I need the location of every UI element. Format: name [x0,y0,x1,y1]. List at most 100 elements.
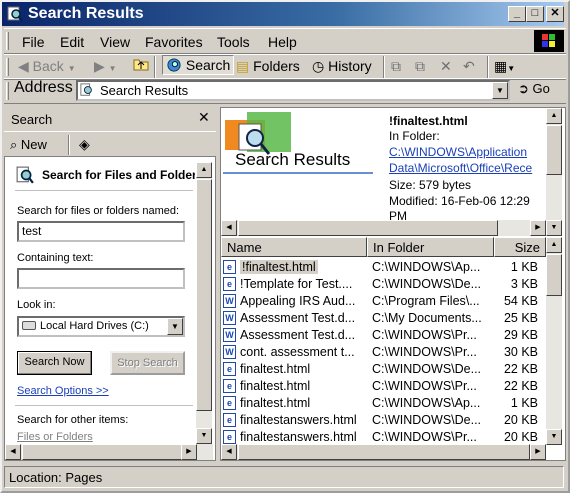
address-grip[interactable] [6,82,9,100]
file-size: 30 KB [503,345,538,359]
file-name: finaltest.html [240,379,311,393]
scroll-down-icon[interactable]: ▼ [546,220,562,236]
back-dropdown-icon[interactable]: ▼ [68,64,76,73]
menu-edit[interactable]: Edit [60,34,84,50]
file-size: 25 KB [503,311,538,325]
preview-hscrollbar[interactable]: ◀ ▶ [221,220,546,236]
scroll-thumb[interactable] [196,179,212,411]
menu-help[interactable]: Help [268,34,297,50]
scroll-right-icon[interactable]: ▶ [181,444,197,460]
menu-file[interactable]: File [22,34,45,50]
divider [15,190,193,191]
file-list-hscrollbar[interactable]: ◀ ▶ [221,444,546,460]
scroll-right-icon[interactable]: ▶ [530,220,546,236]
scroll-up-icon[interactable]: ▲ [546,237,562,253]
file-row[interactable]: Wcont. assessment t... C:\WINDOWS\Pr... 30… [222,344,544,361]
ie-document-icon: e [223,379,236,393]
preview-folder-link-cont[interactable]: Data\Microsoft\Office\Rece [389,161,532,175]
go-label: Go [532,81,550,96]
search-files-icon [16,166,34,184]
folders-button[interactable]: ▤ Folders [236,58,300,75]
address-dropdown-button[interactable]: ▼ [492,82,508,99]
file-row[interactable]: e finaltest.html C:\WINDOWS\Ap... 1 KB [222,395,544,412]
file-row[interactable]: W Assessment Test.d... C:\My Documents... 2… [222,310,544,327]
search-pane-close-icon[interactable]: ✕ [198,109,210,126]
scroll-thumb[interactable] [546,125,562,175]
file-row[interactable]: W Appealing IRS Aud... C:\Program Files\..… [222,293,544,310]
folders-icon: ▤ [236,58,250,74]
column-folder-label: In Folder [373,240,425,255]
search-app-icon [7,6,23,22]
lookin-select[interactable]: Local Hard Drives (C:) ▼ [17,316,185,337]
forward-dropdown-icon[interactable]: ▼ [109,64,117,73]
search-pane-hscrollbar[interactable]: ◀ ▶ [5,444,213,460]
named-label: Search for files or folders named: [17,205,180,217]
menu-grip[interactable] [6,32,9,50]
file-row[interactable]: e !finaltest.html C:\WINDOWS\Ap... 1 KB [222,259,544,276]
views-button[interactable]: ▦▼ [494,58,515,75]
search-options-link[interactable]: Search Options >> [17,385,109,397]
file-size: 20 KB [503,430,538,444]
move-to-button[interactable]: ⧉ [391,58,401,75]
file-row[interactable]: W Assessment Test.d... C:\WINDOWS\Pr... 29 … [222,327,544,344]
address-input[interactable]: Search Results ▼ [76,80,510,101]
hscroll-thumb[interactable] [22,444,182,460]
scroll-left-icon[interactable]: ◀ [221,220,237,236]
search-button[interactable]: Search [162,55,235,75]
new-search-button[interactable]: ⌕ New [10,137,47,153]
filename-input[interactable]: test [17,221,185,242]
history-button[interactable]: ◷ History [312,58,372,75]
column-header-size[interactable]: Size [494,237,546,257]
scroll-thumb[interactable] [546,254,562,296]
undo-button[interactable]: ↶ [463,58,475,75]
stop-search-button[interactable]: Stop Search [110,351,185,375]
lookin-dropdown-button[interactable]: ▼ [167,318,183,335]
file-size: 20 KB [503,413,538,427]
scroll-up-icon[interactable]: ▲ [196,162,212,178]
scroll-left-icon[interactable]: ◀ [5,444,21,460]
file-name: Assessment Test.d... [240,311,356,325]
scroll-down-icon[interactable]: ▼ [546,429,562,445]
file-row[interactable]: e finaltest.html C:\WINDOWS\De... 22 KB [222,361,544,378]
toolbar-grip[interactable] [6,58,9,76]
containing-text-input[interactable] [17,268,185,289]
title-bar[interactable]: Search Results _ □ ✕ [2,2,564,26]
scroll-right-icon[interactable]: ▶ [530,444,546,460]
minimize-button[interactable]: _ [508,6,526,22]
column-header-folder[interactable]: In Folder [367,237,494,257]
scroll-up-icon[interactable]: ▲ [546,108,562,124]
search-heading: Search for Files and Folders [42,168,195,182]
forward-button[interactable]: ▶ ▼ [94,58,117,75]
go-button[interactable]: ➲ Go [518,81,550,97]
hscroll-thumb[interactable] [238,220,498,236]
up-folder-button[interactable] [133,56,149,75]
search-pane-scrollbar[interactable]: ▲ ▼ [196,162,212,444]
ie-document-icon: e [223,430,236,444]
scroll-down-icon[interactable]: ▼ [196,428,212,444]
copy-to-button[interactable]: ⧉ [415,58,425,75]
search-now-button[interactable]: Search Now [17,351,92,375]
file-row[interactable]: e finaltest.html C:\WINDOWS\Pr... 22 KB [222,378,544,395]
preview-folder-link[interactable]: C:\WINDOWS\Application [389,145,527,159]
back-button[interactable]: ◀ Back ▼ [18,58,76,75]
folders-label: Folders [253,58,300,74]
file-list-scrollbar[interactable]: ▲ ▼ [546,237,562,445]
menu-favorites[interactable]: Favorites [145,34,203,50]
maximize-button[interactable]: □ [526,6,544,22]
column-header-name[interactable]: Name [221,237,367,257]
menu-tools[interactable]: Tools [217,34,250,50]
scroll-left-icon[interactable]: ◀ [221,444,237,460]
files-or-folders-link[interactable]: Files or Folders [17,431,93,443]
close-button[interactable]: ✕ [546,6,564,22]
menu-view[interactable]: View [100,34,130,50]
file-row[interactable]: e !Template for Test.... C:\WINDOWS\De... 3… [222,276,544,293]
globe-search-icon [167,58,181,72]
search-assistant-icon[interactable]: ◈ [79,136,90,153]
file-row[interactable]: e finaltestanswers.html C:\WINDOWS\De... 20… [222,412,544,429]
preview-scrollbar[interactable]: ▲ ▼ [546,108,562,236]
file-name: !Template for Test.... [240,277,353,291]
delete-button[interactable]: ✕ [440,58,452,75]
hscroll-thumb[interactable] [238,444,530,460]
preview-banner-title: Search Results [235,150,351,169]
file-name: cont. assessment t... [240,345,355,359]
